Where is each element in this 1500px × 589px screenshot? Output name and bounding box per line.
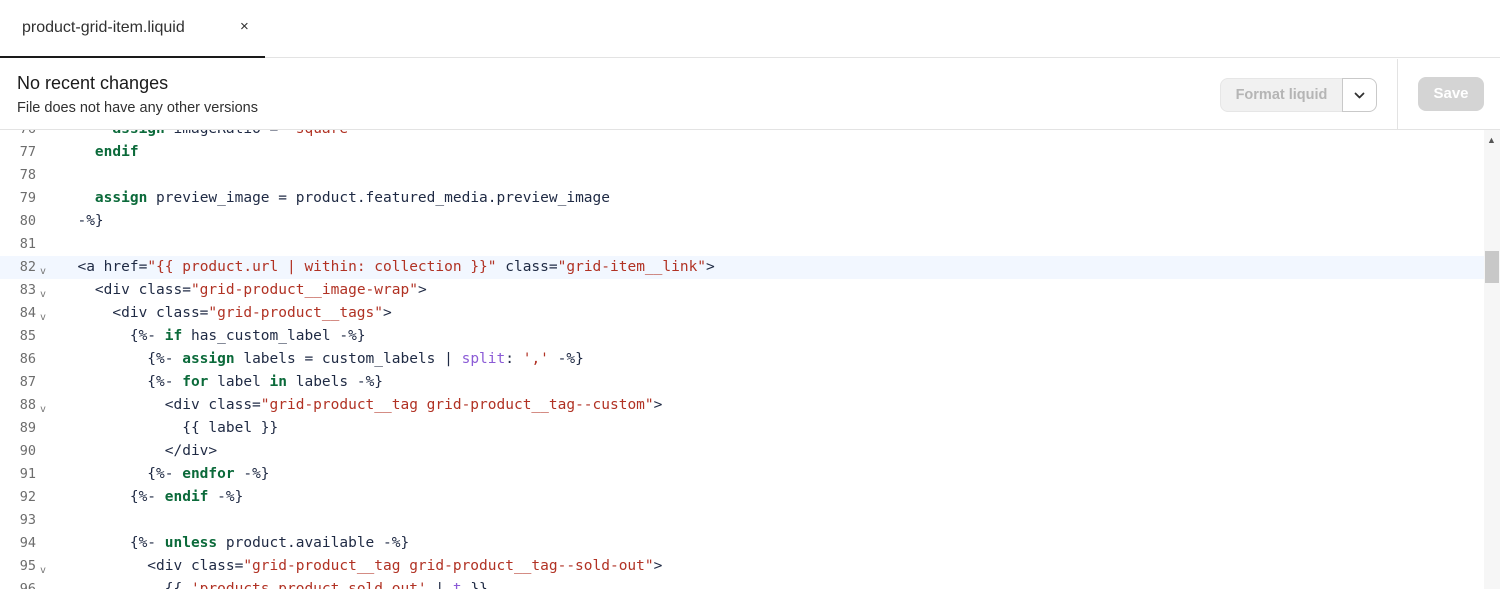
tab-label: product-grid-item.liquid — [22, 19, 185, 36]
scrollbar-thumb[interactable] — [1485, 251, 1499, 283]
code-line[interactable]: 87 {%- for label in labels -%} — [0, 371, 1484, 394]
code-text: <a href="{{ product.url | within: collec… — [60, 259, 715, 275]
line-number: 94 — [19, 535, 36, 551]
code-text: {%- if has_custom_label -%} — [60, 328, 366, 344]
line-number: 85 — [19, 328, 36, 344]
code-line[interactable]: 91 {%- endfor -%} — [0, 463, 1484, 486]
line-number: 86 — [19, 351, 36, 367]
code-line[interactable]: 79 assign preview_image = product.featur… — [0, 187, 1484, 210]
tab-product-grid-item[interactable]: product-grid-item.liquid × — [0, 0, 265, 58]
code-text: <div class="grid-product__tag grid-produ… — [60, 558, 663, 574]
code-line[interactable]: 78 — [0, 164, 1484, 187]
line-number: 78 — [19, 167, 36, 183]
tab-bar: product-grid-item.liquid × — [0, 0, 1500, 58]
line-number: 80 — [19, 213, 36, 229]
code-line[interactable]: 81 — [0, 233, 1484, 256]
line-number: 79 — [19, 190, 36, 206]
version-title: No recent changes — [17, 73, 169, 93]
vertical-scrollbar[interactable]: ▲ — [1484, 130, 1500, 589]
code-text: assign preview_image = product.featured_… — [94, 190, 610, 206]
code-line[interactable]: 83 v <div class="grid-product__image-wrap… — [0, 279, 1484, 302]
triangle-up-icon[interactable]: ▲ — [1487, 135, 1496, 145]
format-liquid-button[interactable]: Format liquid — [1220, 78, 1343, 112]
line-number: 76 — [0, 130, 36, 141]
code-text: assign imageRatio = 'square' — [60, 130, 356, 141]
code-text: {%- endif -%} — [60, 489, 244, 505]
code-line[interactable]: 94 {%- unless product.available -%} — [0, 532, 1484, 555]
line-number: 88 — [19, 397, 36, 413]
toolbar-divider — [1397, 59, 1398, 129]
code-text: {%- for label in labels -%} — [60, 374, 384, 390]
code-line[interactable]: 90 </div> — [0, 440, 1484, 463]
code-line[interactable]: 77 endif — [0, 141, 1484, 164]
code-line[interactable]: 89 {{ label }} — [0, 417, 1484, 440]
format-dropdown-button[interactable] — [1342, 78, 1377, 112]
code-text: {%- assign labels = custom_labels | spli… — [60, 351, 584, 367]
line-number: 95 — [19, 558, 36, 574]
code-line[interactable]: 80 -%} — [0, 210, 1484, 233]
code-text: <div class="grid-product__tag grid-produ… — [60, 397, 663, 413]
code-line[interactable]: 95 v <div class="grid-product__tag grid-p… — [0, 555, 1484, 578]
line-number: 82 — [19, 259, 36, 275]
code-line[interactable]: 96 v {{ 'products.product.sold_out' | t }… — [0, 578, 1484, 589]
line-number: 96 — [19, 581, 36, 589]
line-number: 93 — [19, 512, 36, 528]
close-icon[interactable]: × — [240, 18, 249, 35]
line-number: 89 — [19, 420, 36, 436]
code-line[interactable]: 86 {%- assign labels = custom_labels | s… — [0, 348, 1484, 371]
code-line[interactable]: 84 v <div class="grid-product__tags"> — [0, 302, 1484, 325]
line-number: 83 — [19, 282, 36, 298]
code-text: <div class="grid-product__tags"> — [60, 305, 392, 321]
code-text: -%} — [60, 213, 104, 229]
code-line[interactable]: 85 {%- if has_custom_label -%} — [0, 325, 1484, 348]
code-editor[interactable]: 76 assign imageRatio = 'square'77 endif7… — [0, 130, 1500, 589]
code-text: <div class="grid-product__image-wrap"> — [60, 282, 427, 298]
code-line[interactable]: 88 v <div class="grid-product__tag grid-p… — [0, 394, 1484, 417]
line-number: 92 — [19, 489, 36, 505]
line-number: 90 — [19, 443, 36, 459]
code-text: {{ 'products.product.sold_out' | t }} — [60, 581, 488, 589]
code-line[interactable]: 92 {%- endif -%} — [0, 486, 1484, 509]
code-text: endif — [94, 144, 139, 160]
code-line[interactable]: 82 v <a href="{{ product.url | within: co… — [0, 256, 1484, 279]
line-number: 84 — [19, 305, 36, 321]
line-number: 87 — [19, 374, 36, 390]
format-button-group: Format liquid — [1220, 78, 1377, 112]
code-text: {{ label }} — [60, 420, 279, 436]
save-button[interactable]: Save — [1418, 77, 1484, 111]
version-info-bar: No recent changes File does not have any… — [0, 59, 1500, 130]
code-line[interactable]: 76 assign imageRatio = 'square' — [0, 130, 1484, 141]
chevron-down-icon — [1354, 92, 1365, 99]
line-number: 77 — [19, 144, 36, 160]
code-text: </div> — [60, 443, 218, 459]
code-text: {%- endfor -%} — [60, 466, 270, 482]
version-subtitle: File does not have any other versions — [17, 100, 258, 116]
code-text: {%- unless product.available -%} — [60, 535, 410, 551]
code-line[interactable]: 93 — [0, 509, 1484, 532]
line-number: 81 — [19, 236, 36, 252]
fold-chevron-icon[interactable]: v — [40, 582, 46, 589]
line-number: 91 — [19, 466, 36, 482]
